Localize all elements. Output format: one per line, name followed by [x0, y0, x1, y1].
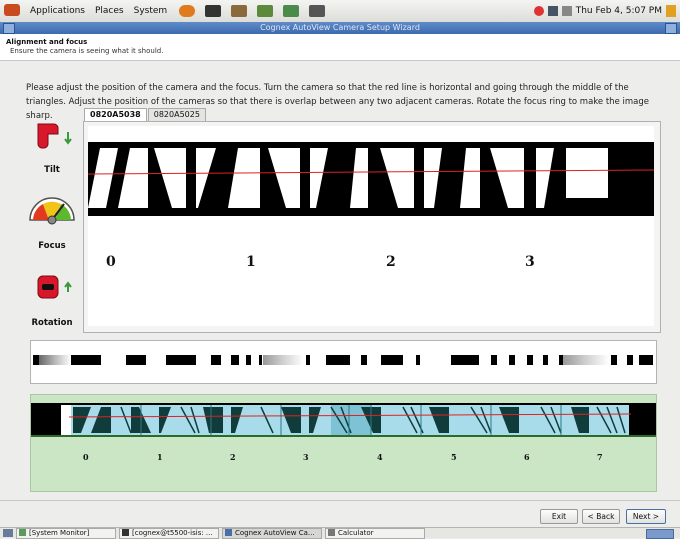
- overview-panel: 0 1 2 3 4 5 6 7: [30, 394, 657, 492]
- update-icon[interactable]: [533, 6, 544, 16]
- system-monitor-icon: [19, 528, 26, 536]
- camera-tabs: 0820A5038 0820A5025: [84, 108, 207, 121]
- page-title: Alignment and focus: [6, 38, 88, 46]
- window-titlebar: Cognex AutoView Camera Setup Wizard: [0, 22, 680, 34]
- focus-label: Focus: [38, 241, 66, 251]
- wizard-header: Alignment and focus Ensure the camera is…: [0, 34, 680, 61]
- overview-strip: [31, 403, 656, 437]
- rotation-label: Rotation: [31, 318, 73, 328]
- overview-number-5: 5: [451, 452, 457, 462]
- text-editor-launcher-icon[interactable]: [257, 5, 274, 17]
- tilt-icon: [37, 123, 72, 149]
- workspace-switcher[interactable]: [646, 529, 674, 539]
- view-number-2: 2: [386, 254, 396, 270]
- network-icon[interactable]: [547, 6, 558, 16]
- overview-number-0: 0: [83, 452, 89, 462]
- view-number-0: 0: [106, 254, 116, 270]
- window-icon: [225, 528, 232, 536]
- tab-camera-1[interactable]: 0820A5038: [84, 108, 147, 121]
- logout-icon[interactable]: [666, 5, 676, 17]
- overview-number-3: 3: [303, 452, 309, 462]
- view-number-3: 3: [525, 254, 535, 270]
- camera-view: 0 1 2 3: [87, 126, 655, 326]
- barcode-strip: [33, 355, 653, 365]
- tab-camera-2[interactable]: 0820A5025: [147, 108, 206, 121]
- panel-menu: Applications Places System: [4, 3, 326, 19]
- terminal-launcher-icon[interactable]: [205, 5, 222, 17]
- firefox-launcher-icon[interactable]: [179, 5, 196, 17]
- next-button[interactable]: Next >: [626, 509, 666, 524]
- barcode-strip-view: [30, 340, 657, 384]
- tilt-label: Tilt: [44, 165, 60, 175]
- overview-number-4: 4: [377, 452, 383, 462]
- camera-image: [87, 142, 655, 216]
- task-label: [cognex@t5500-isis: ...: [132, 528, 213, 537]
- gimp-launcher-icon[interactable]: [231, 5, 248, 17]
- camera-view-frame: 0 1 2 3: [83, 121, 661, 333]
- foot-icon: [4, 3, 22, 19]
- calculator-icon: [328, 528, 335, 536]
- places-menu[interactable]: Places: [93, 6, 126, 16]
- task-label: [System Monitor]: [29, 528, 90, 537]
- monitor-launcher-icon[interactable]: [283, 5, 300, 17]
- top-panel: Applications Places System Thu Feb 4, 5:…: [0, 0, 680, 23]
- page-subtitle: Ensure the camera is seeing what it shou…: [10, 47, 164, 55]
- panel-tray: Thu Feb 4, 5:07 PM: [533, 0, 676, 22]
- applications-menu[interactable]: Applications: [28, 6, 87, 16]
- terminal-icon: [122, 528, 129, 536]
- adjust-panel: Tilt Focus Rotation: [22, 112, 82, 332]
- overview-number-6: 6: [524, 452, 530, 462]
- close-icon[interactable]: [665, 23, 677, 34]
- exit-button[interactable]: Exit: [540, 509, 578, 524]
- window-title: Cognex AutoView Camera Setup Wizard: [260, 23, 420, 32]
- overview-number-7: 7: [597, 452, 603, 462]
- rotation-icon: [37, 275, 72, 299]
- overview-number-2: 2: [230, 452, 236, 462]
- task-label: Cognex AutoView Ca...: [235, 528, 315, 537]
- bottom-taskbar: [System Monitor] [cognex@t5500-isis: ...…: [0, 527, 680, 539]
- focus-gauge-icon: [29, 197, 75, 225]
- button-divider: [0, 500, 680, 501]
- task-label: Calculator: [338, 528, 374, 537]
- window-menu-icon[interactable]: [3, 23, 15, 34]
- overview-number-1: 1: [157, 452, 163, 462]
- volume-icon[interactable]: [561, 6, 572, 16]
- back-button[interactable]: < Back: [582, 509, 620, 524]
- screenshot-launcher-icon[interactable]: [309, 5, 326, 17]
- system-menu[interactable]: System: [132, 6, 170, 16]
- show-desktop-icon[interactable]: [3, 529, 13, 537]
- view-number-1: 1: [246, 254, 256, 270]
- clock[interactable]: Thu Feb 4, 5:07 PM: [576, 6, 662, 16]
